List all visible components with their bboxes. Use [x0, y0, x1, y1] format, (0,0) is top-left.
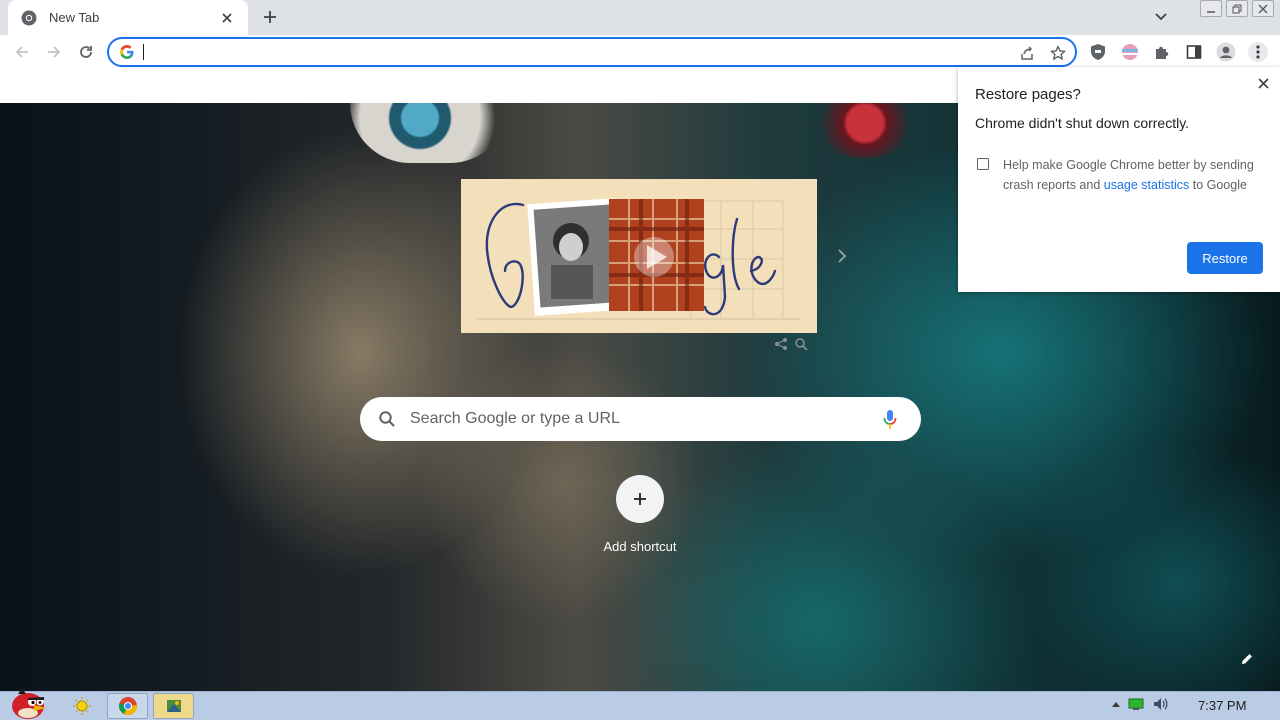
- usage-statistics-link[interactable]: usage statistics: [1104, 178, 1189, 192]
- reload-icon: [80, 46, 92, 58]
- background-red-detail: [820, 103, 910, 158]
- customize-pencil-icon[interactable]: [1236, 648, 1258, 670]
- add-shortcut-label: Add shortcut: [603, 539, 677, 554]
- taskbar-sun-app[interactable]: [61, 693, 102, 719]
- taskbar-chrome[interactable]: [107, 693, 148, 719]
- start-button[interactable]: [4, 686, 50, 720]
- close-tab-icon[interactable]: [218, 9, 236, 27]
- forward-arrow-icon: [48, 46, 61, 58]
- tab-title: New Tab: [49, 10, 100, 25]
- stripe-extension-icon[interactable]: [1118, 40, 1142, 64]
- search-input[interactable]: [410, 408, 860, 430]
- plus-icon: [634, 493, 646, 505]
- angry-bird-icon: [12, 688, 46, 719]
- google-doodle[interactable]: [461, 179, 817, 333]
- address-bar[interactable]: [107, 37, 1077, 67]
- menu-kebab-icon[interactable]: [1246, 40, 1270, 64]
- photo-frame: [527, 198, 623, 316]
- network-icon[interactable]: [1128, 697, 1144, 711]
- doodle-next-chevron-icon[interactable]: [830, 244, 854, 268]
- reload-button[interactable]: [73, 39, 99, 65]
- background-eye-detail: [350, 103, 510, 163]
- tab-new-tab[interactable]: New Tab: [8, 0, 248, 35]
- sun-icon: [72, 697, 91, 715]
- microphone-icon[interactable]: [882, 409, 898, 431]
- doodle-tools: [774, 337, 808, 356]
- crash-report-checkbox[interactable]: [977, 158, 989, 170]
- restore-window-button[interactable]: [1226, 0, 1248, 17]
- minimize-button[interactable]: [1200, 0, 1222, 17]
- window-controls: [1200, 0, 1274, 17]
- share-icon[interactable]: [1017, 43, 1037, 63]
- chrome-taskbar-icon: [118, 697, 137, 715]
- volume-icon[interactable]: [1152, 696, 1168, 712]
- tray-expand-icon[interactable]: [1112, 701, 1120, 707]
- crash-report-text: Help make Google Chrome better by sendin…: [1003, 155, 1263, 195]
- forward-button[interactable]: [41, 39, 67, 65]
- back-button[interactable]: [9, 39, 35, 65]
- dialog-message: Chrome didn't shut down correctly.: [975, 115, 1190, 131]
- new-tab-button[interactable]: [258, 5, 282, 29]
- crash-report-text-suffix: to Google: [1192, 178, 1247, 192]
- tab-strip: New Tab: [0, 0, 1280, 35]
- text-caret: [143, 44, 144, 60]
- doodle-search-icon[interactable]: [794, 337, 808, 356]
- taskbar: 7:37 PM: [0, 688, 1280, 720]
- bookmark-star-icon[interactable]: [1048, 43, 1068, 63]
- search-icon: [379, 411, 395, 427]
- chrome-icon: [21, 10, 37, 26]
- add-shortcut-tile[interactable]: Add shortcut: [595, 474, 685, 564]
- back-arrow-icon: [15, 46, 28, 58]
- profile-avatar-icon[interactable]: [1214, 40, 1238, 64]
- close-window-button[interactable]: [1252, 0, 1274, 17]
- search-box[interactable]: [360, 397, 921, 441]
- taskbar-app-3[interactable]: [153, 693, 194, 719]
- app-icon: [166, 700, 181, 712]
- tab-search-chevron-icon[interactable]: [1150, 6, 1172, 28]
- shield-extension-icon[interactable]: [1086, 40, 1110, 64]
- address-input[interactable]: [143, 42, 1003, 62]
- restore-pages-dialog: Restore pages? Chrome didn't shut down c…: [958, 67, 1280, 292]
- close-icon[interactable]: [1254, 74, 1272, 92]
- side-panel-icon[interactable]: [1182, 40, 1206, 64]
- google-g-icon: [120, 45, 134, 59]
- system-tray: [1112, 696, 1168, 712]
- browser-toolbar: [0, 35, 1280, 69]
- clock[interactable]: 7:37 PM: [1198, 698, 1246, 713]
- extensions-puzzle-icon[interactable]: [1150, 40, 1174, 64]
- add-shortcut-button[interactable]: [616, 475, 664, 523]
- dialog-title: Restore pages?: [975, 86, 1081, 103]
- restore-button[interactable]: Restore: [1187, 242, 1263, 274]
- doodle-share-icon[interactable]: [774, 337, 788, 356]
